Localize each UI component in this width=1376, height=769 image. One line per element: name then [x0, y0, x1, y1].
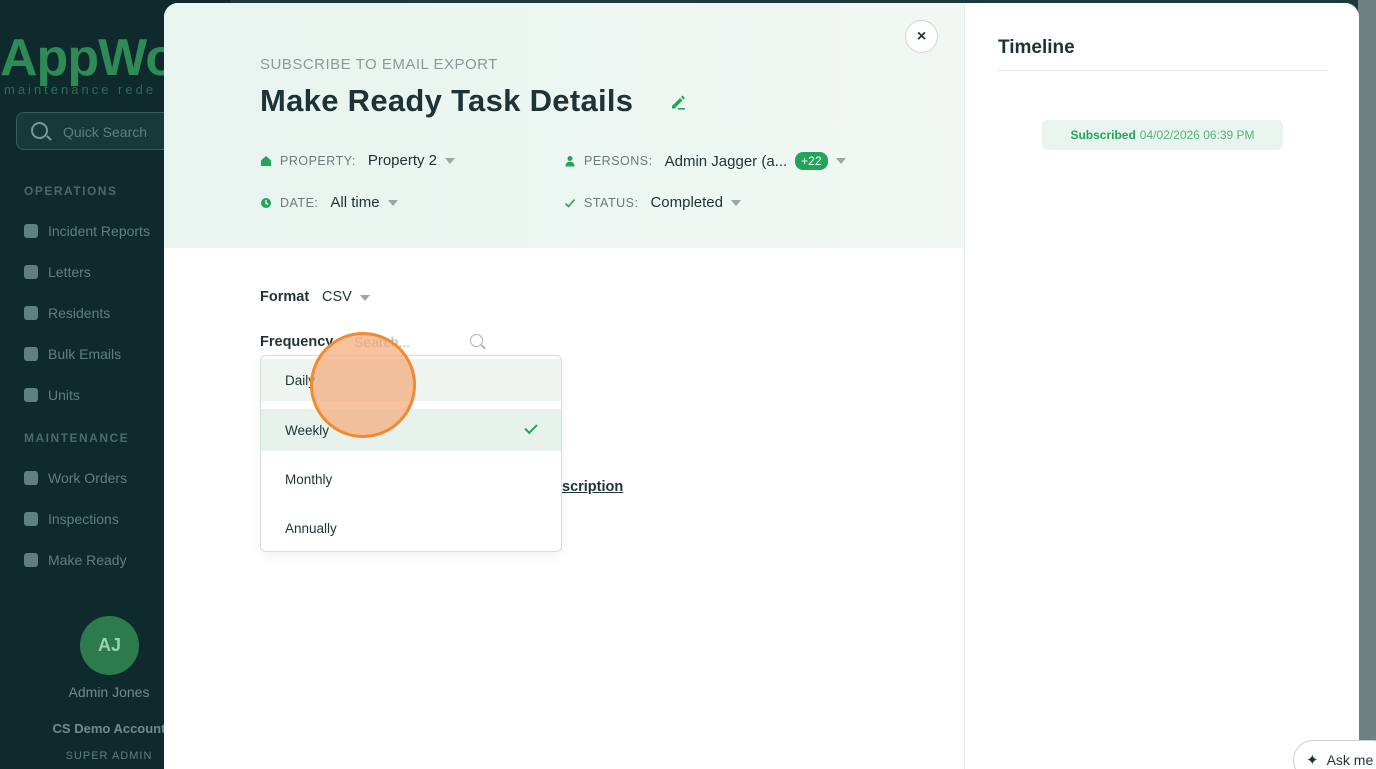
app-logo-tagline: maintenance rede	[4, 82, 157, 97]
divider	[998, 70, 1328, 71]
timeline-event: Subscribed 04/02/2026 06:39 PM	[1042, 120, 1283, 150]
quick-search-placeholder: Quick Search	[63, 124, 148, 140]
date-filter-label: DATE:	[280, 195, 319, 210]
chevron-down-icon	[730, 199, 741, 206]
property-filter[interactable]: PROPERTY: Property 2	[260, 152, 456, 169]
letter-icon	[24, 265, 38, 279]
frequency-option-annually[interactable]: Annually	[261, 507, 561, 549]
frequency-dropdown: Daily Weekly Monthly Annually	[260, 355, 562, 552]
clipboard-icon	[24, 512, 38, 526]
avatar[interactable]: AJ	[80, 616, 139, 675]
clock-icon	[261, 197, 271, 208]
edit-pencil-icon[interactable]	[669, 93, 687, 111]
sidebar-item-residents[interactable]: Residents	[24, 305, 110, 321]
app-logo: AppWo	[0, 29, 177, 87]
format-select[interactable]: CSV	[322, 289, 370, 305]
property-filter-label: PROPERTY:	[280, 153, 356, 168]
format-select-value: CSV	[322, 289, 352, 305]
property-filter-value: Property 2	[367, 152, 438, 169]
ask-me-label: Ask me	[1326, 752, 1374, 768]
timeline-event-label: Subscribed	[1070, 128, 1136, 142]
sidebar-item-incident-reports[interactable]: Incident Reports	[24, 223, 150, 239]
frequency-option-monthly[interactable]: Monthly	[261, 458, 561, 500]
sidebar-item-units[interactable]: Units	[24, 387, 80, 403]
modal-eyebrow: SUBSCRIBE TO EMAIL EXPORT	[260, 56, 498, 73]
ask-me-button[interactable]: ✦ Ask me	[1293, 740, 1376, 769]
residents-icon	[24, 306, 38, 320]
frequency-option-daily[interactable]: Daily	[261, 359, 561, 401]
calendar-icon	[24, 553, 38, 567]
close-button[interactable]: ×	[905, 20, 938, 53]
persons-filter-value: Admin Jagger (a...	[664, 152, 788, 170]
sidebar-item-letters[interactable]: Letters	[24, 264, 91, 280]
incident-icon	[24, 224, 38, 238]
date-filter-value: All time	[330, 194, 380, 211]
timeline-event-date: 04/02/2026 06:39 PM	[1139, 128, 1255, 142]
date-filter[interactable]: DATE: All time	[260, 194, 398, 211]
modal-header: SUBSCRIBE TO EMAIL EXPORT Make Ready Tas…	[164, 3, 964, 248]
wrench-icon	[24, 471, 38, 485]
person-icon	[565, 156, 575, 167]
status-filter[interactable]: STATUS: Completed	[564, 194, 741, 211]
timeline-panel: Timeline Subscribed 04/02/2026 06:39 PM	[964, 3, 1359, 769]
search-icon	[470, 334, 483, 347]
sidebar-item-work-orders[interactable]: Work Orders	[24, 470, 127, 486]
chevron-down-icon	[445, 157, 456, 164]
sidebar-item-inspections[interactable]: Inspections	[24, 511, 119, 527]
status-filter-label: STATUS:	[584, 195, 639, 210]
frequency-option-weekly[interactable]: Weekly	[261, 409, 561, 451]
persons-filter[interactable]: PERSONS: Admin Jagger (a... +22	[564, 152, 846, 170]
modal-main-panel: SUBSCRIBE TO EMAIL EXPORT Make Ready Tas…	[164, 3, 964, 769]
sidebar-item-bulk-emails[interactable]: Bulk Emails	[24, 346, 121, 362]
frequency-label: Frequency	[260, 334, 334, 350]
chevron-down-icon	[387, 199, 398, 206]
search-icon	[31, 122, 48, 139]
subscribe-export-modal: SUBSCRIBE TO EMAIL EXPORT Make Ready Tas…	[164, 3, 1359, 769]
page-backdrop	[1358, 0, 1376, 769]
home-icon	[24, 388, 38, 402]
chevron-down-icon	[359, 295, 370, 301]
format-label: Format	[260, 289, 310, 305]
sidebar-item-make-ready[interactable]: Make Ready	[24, 552, 127, 568]
sparkle-icon: ✦	[1306, 752, 1319, 769]
page-title: Make Ready Task Details	[260, 83, 634, 118]
check-icon	[524, 420, 538, 435]
timeline-title: Timeline	[998, 37, 1075, 58]
maintenance-heading: MAINTENANCE	[24, 431, 130, 445]
status-filter-value: Completed	[650, 194, 723, 211]
persons-filter-label: PERSONS:	[584, 154, 653, 168]
persons-count-badge: +22	[795, 152, 828, 170]
email-icon	[24, 347, 38, 361]
unsubscribe-link[interactable]: scription	[562, 479, 623, 495]
frequency-search-input[interactable]	[354, 331, 474, 353]
home-icon	[261, 155, 271, 166]
operations-heading: OPERATIONS	[24, 184, 118, 198]
checkmark-icon	[564, 198, 576, 208]
chevron-down-icon	[835, 158, 846, 164]
